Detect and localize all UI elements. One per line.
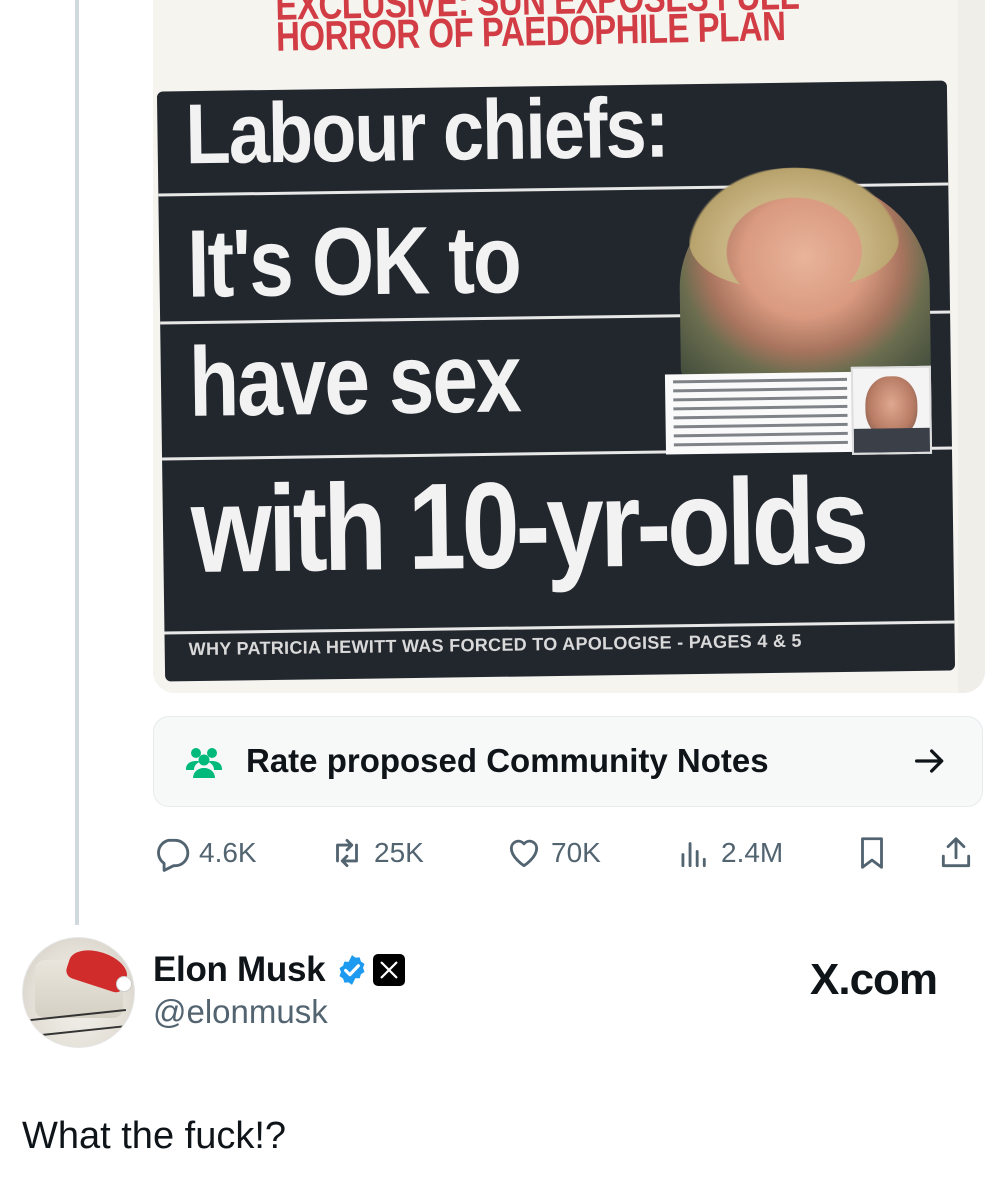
verified-badge-icon: [339, 955, 365, 985]
arrow-right-icon: [915, 749, 944, 773]
views-chart-icon: [681, 841, 706, 867]
author-handle[interactable]: @elonmusk: [153, 993, 328, 1031]
bookmark-button[interactable]: [853, 830, 891, 875]
like-button[interactable]: 70K: [505, 830, 601, 875]
newspaper-kicker: EXCLUSIVE: SUN EXPOSES FULL HORROR OF PA…: [275, 0, 876, 59]
avatar[interactable]: [22, 937, 135, 1048]
thread-connector-line: [75, 0, 79, 925]
community-notes-label: Rate proposed Community Notes: [246, 742, 769, 779]
views-count: 2.4M: [721, 836, 784, 868]
newspaper-footer: WHY PATRICIA HEWITT WAS FORCED TO APOLOG…: [188, 630, 802, 660]
bookmark-icon: [861, 836, 883, 869]
newspaper-front-page: EXCLUSIVE: SUN EXPOSES FULL HORROR OF PA…: [153, 0, 985, 693]
headline-line-1: Labour chiefs:: [184, 79, 668, 182]
inset-photo: [850, 365, 933, 455]
rate-community-notes-button[interactable]: Rate proposed Community Notes: [153, 716, 983, 807]
headline-board: Labour chiefs: It's OK to have sex with …: [156, 79, 956, 682]
repost-icon: [336, 838, 358, 867]
heart-icon: [509, 839, 539, 867]
x-affiliate-badge-icon: [373, 954, 406, 986]
x-logo-icon: [380, 961, 398, 979]
tweet-action-bar: 4.6K 25K 70K 2.4M: [153, 830, 983, 875]
views-button[interactable]: 2.4M: [675, 830, 783, 875]
repost-button[interactable]: 25K: [328, 830, 424, 875]
reply-button[interactable]: 4.6K: [153, 830, 257, 875]
headline-line-3: have sex: [188, 323, 521, 438]
like-count: 70K: [551, 836, 601, 868]
author-name[interactable]: Elon Musk: [153, 950, 326, 990]
headline-line-2: It's OK to: [186, 205, 521, 318]
reply-count: 4.6K: [199, 836, 257, 868]
watermark-source: X.com: [810, 955, 938, 1004]
tweet-media-image[interactable]: EXCLUSIVE: SUN EXPOSES FULL HORROR OF PA…: [153, 0, 985, 693]
people-icon: [186, 748, 222, 778]
reply-text: What the fuck!?: [22, 1115, 287, 1157]
share-icon: [941, 836, 971, 867]
headline-line-4: with 10-yr-olds: [190, 452, 866, 600]
reply-icon: [157, 838, 190, 872]
repost-count: 25K: [374, 836, 424, 868]
share-button[interactable]: [937, 830, 975, 875]
author-name-row: Elon Musk: [153, 948, 406, 992]
article-snippet: [664, 371, 857, 455]
